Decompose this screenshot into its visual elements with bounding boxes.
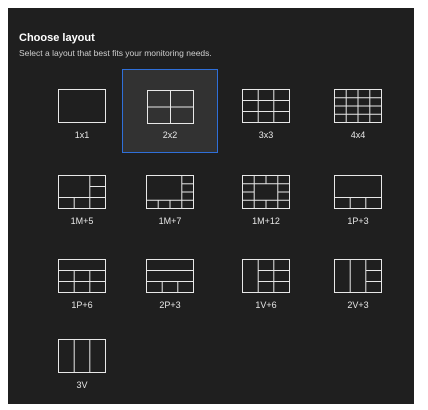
panel-title: Choose layout <box>19 32 95 44</box>
layout-label: 1x1 <box>74 130 90 140</box>
layout-label: 1M+7 <box>158 216 182 226</box>
layout-option-2x2[interactable]: 2x2 <box>122 69 218 153</box>
layout-option-2p3[interactable]: 2P+3 <box>122 252 218 319</box>
layout-option-1m7[interactable]: 1M+7 <box>122 168 218 235</box>
layout-label: 2P+3 <box>159 300 181 310</box>
layout-option-1v6[interactable]: 1V+6 <box>218 252 314 319</box>
layout-option-3x3[interactable]: 3x3 <box>218 82 314 149</box>
layout-label: 1M+12 <box>252 216 280 226</box>
layout-label: 3V <box>76 380 88 390</box>
layout-label: 2V+3 <box>347 300 369 310</box>
layout-option-1m5[interactable]: 1M+5 <box>34 168 130 235</box>
layout-label: 4x4 <box>350 130 366 140</box>
layout-label: 1P+3 <box>347 216 369 226</box>
panel-subtitle: Select a layout that best fits your moni… <box>19 48 212 58</box>
layout-label: 2x2 <box>162 130 178 140</box>
layout-option-4x4[interactable]: 4x4 <box>310 82 406 149</box>
layout-option-2v3[interactable]: 2V+3 <box>310 252 406 319</box>
layout-option-1m12[interactable]: 1M+12 <box>218 168 314 235</box>
layout-chooser-panel: Choose layout Select a layout that best … <box>8 8 414 404</box>
layout-option-1x1[interactable]: 1x1 <box>34 82 130 149</box>
layout-option-1p6[interactable]: 1P+6 <box>34 252 130 319</box>
layout-label: 1P+6 <box>71 300 93 310</box>
layout-option-1p3[interactable]: 1P+3 <box>310 168 406 235</box>
layout-option-3v[interactable]: 3V <box>34 332 130 399</box>
layout-label: 3x3 <box>258 130 274 140</box>
layout-label: 1V+6 <box>255 300 277 310</box>
layout-label: 1M+5 <box>70 216 94 226</box>
